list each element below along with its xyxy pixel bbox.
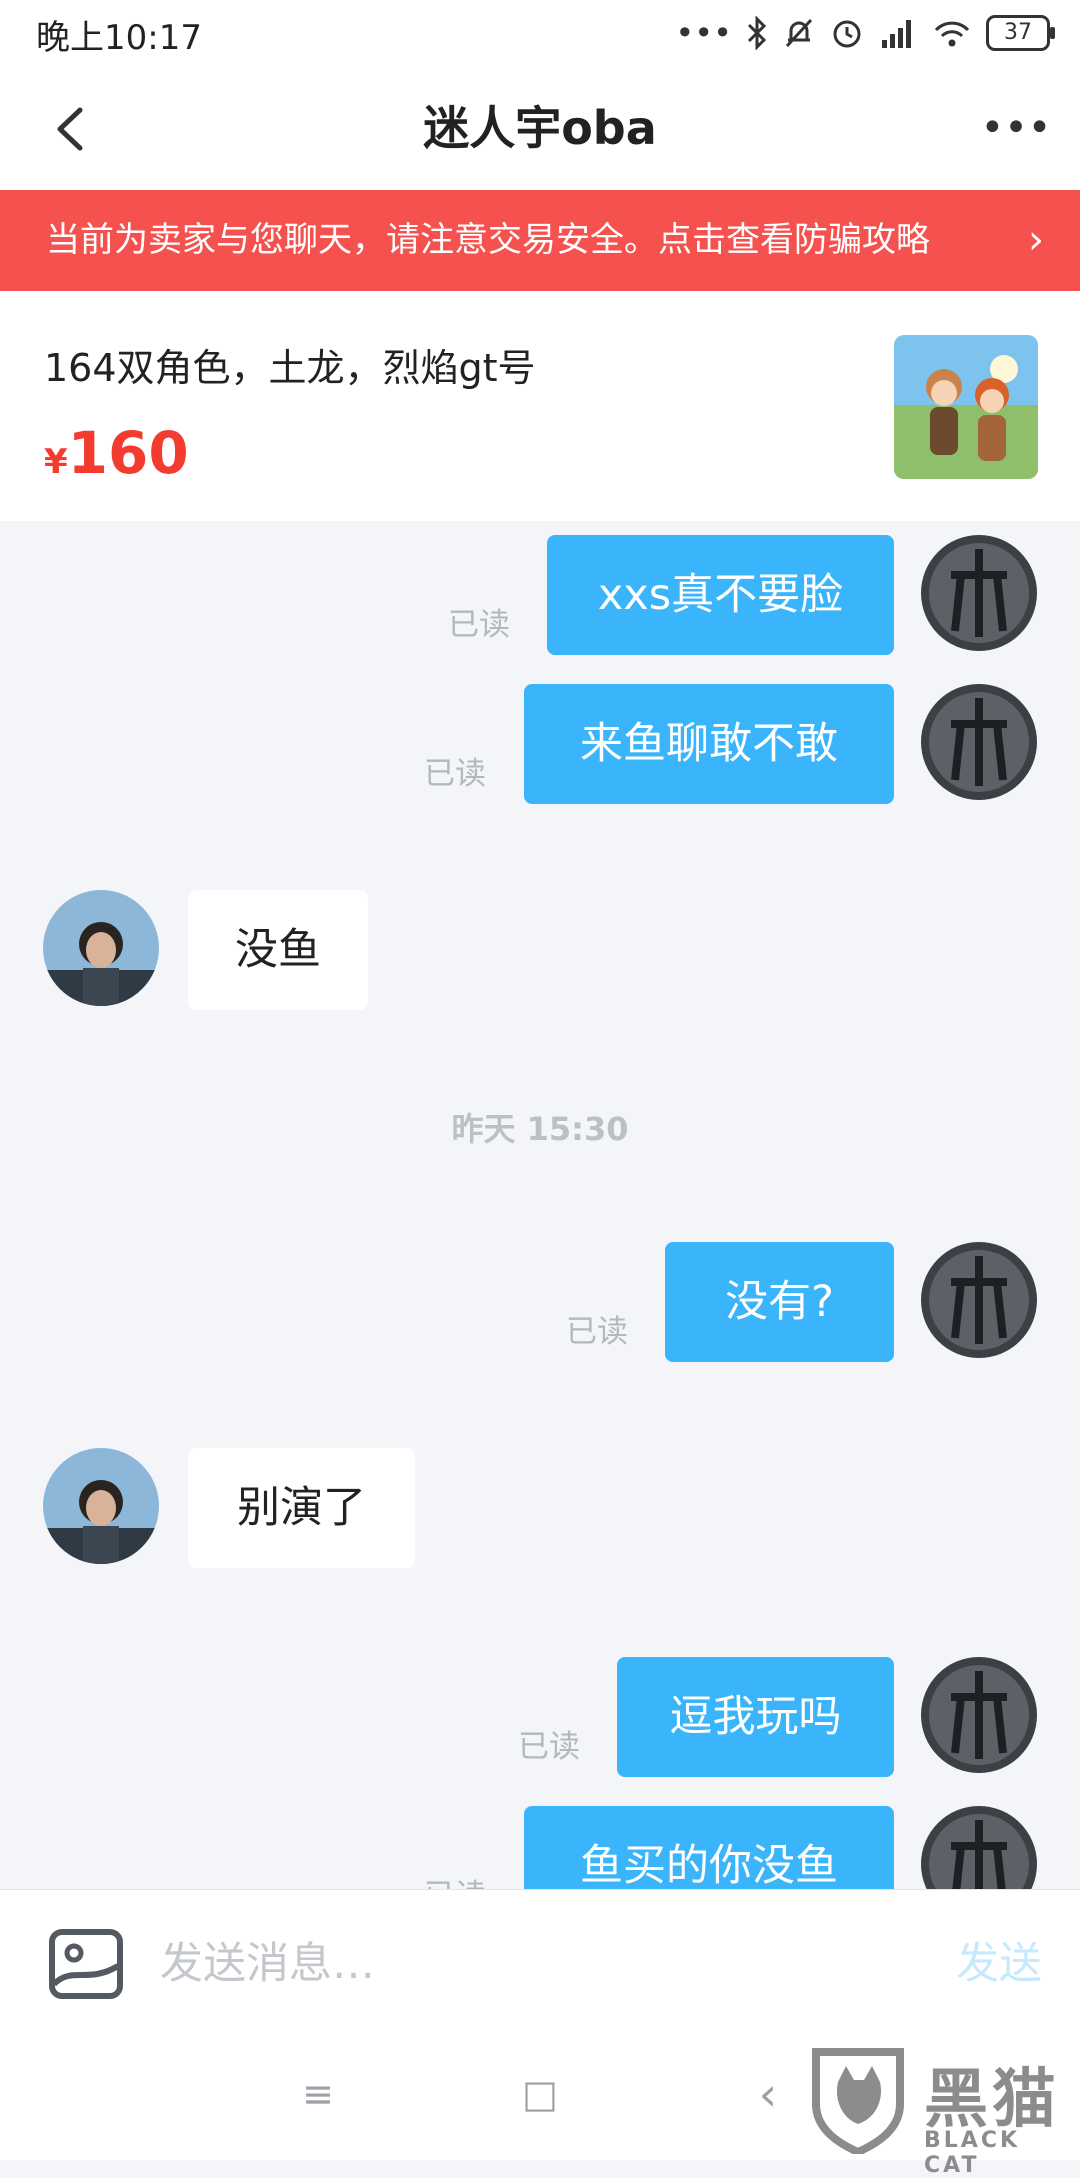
product-title: 164双角色，土龙，烈焰gt号 (44, 346, 536, 390)
read-status: 已读 (448, 607, 510, 643)
message-bubble-sent[interactable]: xxs真不要脸 (547, 535, 894, 655)
black-cat-logo-icon (812, 2048, 904, 2154)
chevron-right-icon: › (1028, 217, 1044, 263)
message-bubble-sent[interactable]: 鱼买的你没鱼 (524, 1806, 894, 1889)
message-bubble-received[interactable]: 没鱼 (188, 890, 368, 1010)
read-status: 已读 (424, 756, 486, 792)
battery-icon: 37 (986, 15, 1055, 51)
send-button[interactable]: 发送 (956, 1926, 1042, 2002)
mute-icon (785, 18, 813, 48)
message-bubble-received[interactable]: 别演了 (188, 1448, 415, 1568)
menu-icon[interactable]: ≡ (278, 2029, 358, 2160)
safety-banner[interactable]: 当前为卖家与您聊天，请注意交易安全。点击查看防骗攻略 › (0, 190, 1080, 291)
watermark-subtext: BLACK CAT (924, 2128, 1021, 2178)
home-icon[interactable]: □ (500, 2029, 580, 2160)
my-avatar[interactable] (921, 684, 1037, 800)
bluetooth-icon (747, 16, 767, 50)
message-list[interactable]: 已读 xxs真不要脸 已读 来鱼聊敢不敢 没鱼 昨天 15:30 已读 没有? … (0, 521, 1080, 1889)
price-value: 160 (67, 419, 189, 487)
banner-text: 当前为卖家与您聊天，请注意交易安全。点击查看防骗攻略 (46, 220, 930, 260)
alarm-icon (833, 20, 861, 48)
message-bubble-sent[interactable]: 没有? (665, 1242, 894, 1362)
read-status: 已读 (424, 1870, 486, 1889)
my-avatar[interactable] (921, 1657, 1037, 1773)
status-bar: 晚上10:17 ••• 37 (0, 0, 1080, 66)
watermark-text: 黑猫 (924, 2063, 1060, 2137)
more-button[interactable]: ••• (976, 96, 1056, 160)
my-avatar[interactable] (921, 1242, 1037, 1358)
back-nav-icon[interactable]: ‹ (728, 2029, 808, 2160)
seller-avatar[interactable] (43, 890, 159, 1006)
back-button[interactable] (40, 94, 110, 164)
chevron-left-icon (57, 107, 83, 151)
message-bubble-sent[interactable]: 来鱼聊敢不敢 (524, 684, 894, 804)
message-timestamp: 昨天 15:30 (451, 1110, 629, 1148)
currency-symbol: ¥ (44, 442, 68, 482)
wifi-icon (934, 21, 970, 47)
image-button[interactable] (48, 1926, 124, 2002)
page-title: 迷人宇oba (423, 101, 657, 155)
signal-icon (882, 20, 911, 48)
my-avatar[interactable] (921, 1806, 1037, 1889)
read-status: 已读 (518, 1729, 580, 1765)
my-avatar[interactable] (921, 535, 1037, 651)
message-input[interactable]: 发送消息… (160, 1926, 375, 2002)
read-status: 已读 (566, 1314, 628, 1350)
chat-header: 迷人宇oba ••• (0, 66, 1080, 190)
watermark: 黑猫 BLACK CAT (806, 2040, 1080, 2178)
image-icon (49, 1929, 123, 1999)
status-icons: ••• 37 (675, 8, 1055, 58)
seller-avatar[interactable] (43, 1448, 159, 1564)
input-bar: 发送消息… 发送 (0, 1889, 1080, 2030)
dots-icon: ••• (675, 14, 732, 52)
product-thumbnail[interactable] (894, 335, 1038, 479)
product-price: ¥160 (44, 419, 189, 487)
product-card[interactable]: 164双角色，土龙，烈焰gt号 ¥160 (0, 291, 1080, 521)
message-bubble-sent[interactable]: 逗我玩吗 (617, 1657, 894, 1777)
status-time: 晚上10:17 (36, 18, 202, 58)
